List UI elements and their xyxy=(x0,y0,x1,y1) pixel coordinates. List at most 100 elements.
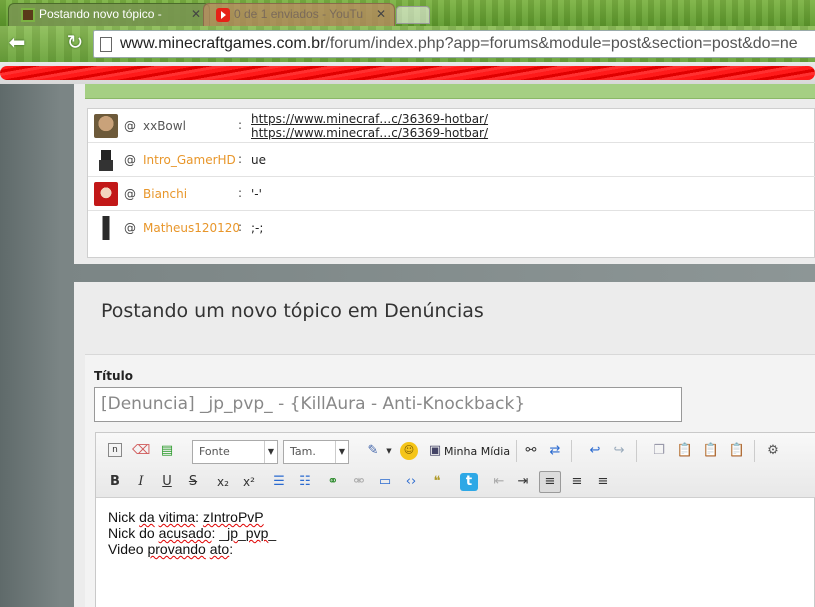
mention-at[interactable]: @ xyxy=(124,153,136,167)
avatar[interactable] xyxy=(94,148,118,172)
bold-button[interactable]: B xyxy=(106,473,124,491)
close-tab-icon[interactable]: ✕ xyxy=(376,4,386,25)
address-bar[interactable]: www.minecraftgames.com.br/forum/index.ph… xyxy=(93,30,815,58)
url-text: www.minecraftgames.com.br/forum/index.ph… xyxy=(120,35,798,53)
avatar[interactable] xyxy=(94,216,118,240)
mention-at[interactable]: @ xyxy=(124,119,136,133)
unlink-icon[interactable]: ⚮ xyxy=(350,473,368,491)
indent-icon[interactable]: ⇥ xyxy=(514,473,532,491)
body-text: Video xyxy=(108,541,148,557)
align-right-icon[interactable]: ≡ xyxy=(594,473,612,491)
misspelled-word: zIntroPvP xyxy=(202,509,264,525)
binoculars-icon[interactable]: ⚯ xyxy=(522,442,540,460)
font-select-value: Fonte xyxy=(199,445,230,458)
new-tab-button[interactable] xyxy=(396,6,430,24)
shout-nick[interactable]: xxBowl xyxy=(143,119,186,133)
redaction-mark xyxy=(0,66,815,80)
paste-icon[interactable]: 📋 xyxy=(676,442,694,460)
chevron-down-icon[interactable]: ▼ xyxy=(380,442,398,460)
shout-colon: : xyxy=(238,186,243,200)
align-left-icon[interactable]: ≡ xyxy=(539,471,561,493)
shout-row: @ xxBowl : https://www.minecraf…c/36369-… xyxy=(88,109,815,143)
shout-nick[interactable]: Bianchi xyxy=(143,187,187,201)
undo-icon[interactable]: ↩ xyxy=(586,442,604,460)
align-center-icon[interactable]: ≡ xyxy=(568,473,586,491)
misspelled-word: pvp xyxy=(245,525,269,541)
browser-toolbar: ⬅ ↻ www.minecraftgames.com.br/forum/inde… xyxy=(0,26,815,62)
shoutbox-input-strip xyxy=(85,84,815,99)
editor-content[interactable]: Nick da vitima: zIntroPvP Nick do acusad… xyxy=(108,509,276,557)
eraser-icon[interactable]: ⌫ xyxy=(132,442,150,460)
toolbar-separator xyxy=(571,440,572,462)
chevron-down-icon: ▼ xyxy=(335,441,348,463)
tab-title: 0 de 1 enviados - YouTu xyxy=(234,7,363,21)
shoutbox-list: @ xxBowl : https://www.minecraf…c/36369-… xyxy=(87,108,815,258)
media-icon[interactable]: ▣ xyxy=(426,442,444,460)
paste-text-icon[interactable]: 📋 xyxy=(702,442,720,460)
editor-toolbar: n ⌫ ▤ Fonte ▼ Tam. ▼ ✎ ▼ ☺ ▣ Minha Mídia ⚯… xyxy=(96,433,815,498)
source-mode-icon[interactable]: n xyxy=(108,443,122,457)
browser-tab-bar: Postando novo tópico - ✕ 0 de 1 enviados… xyxy=(0,0,815,26)
toolbar-separator xyxy=(754,440,755,462)
size-select-value: Tam. xyxy=(290,445,316,458)
subscript-icon[interactable]: x₂ xyxy=(214,473,232,491)
shout-message: ue xyxy=(251,153,266,167)
body-text: Nick xyxy=(108,509,140,525)
image-icon[interactable]: ▭ xyxy=(376,473,394,491)
code-icon[interactable]: ‹› xyxy=(402,473,420,491)
reload-icon[interactable]: ↻ xyxy=(64,32,86,54)
back-arrow-icon[interactable]: ⬅ xyxy=(6,32,28,54)
redo-icon[interactable]: ↪ xyxy=(610,442,628,460)
shout-nick[interactable]: Matheus120120 xyxy=(143,221,240,235)
page-background: @ xxBowl : https://www.minecraf…c/36369-… xyxy=(0,84,815,607)
bullet-list-icon[interactable]: ☰ xyxy=(270,473,288,491)
misspelled-word: provando xyxy=(147,541,206,557)
twitter-icon[interactable]: t xyxy=(460,473,478,491)
insert-block-icon[interactable]: ▤ xyxy=(158,442,176,460)
shout-message: ;-; xyxy=(251,221,264,235)
quote-icon[interactable]: ❝ xyxy=(428,473,446,491)
emoticon-icon[interactable]: ☺ xyxy=(400,442,418,460)
body-text: Nick do xyxy=(108,525,159,541)
rich-text-editor: n ⌫ ▤ Fonte ▼ Tam. ▼ ✎ ▼ ☺ ▣ Minha Mídia ⚯… xyxy=(95,432,815,607)
italic-button[interactable]: I xyxy=(132,473,150,491)
copy-icon[interactable]: ❐ xyxy=(650,442,668,460)
my-media-label[interactable]: Minha Mídia xyxy=(444,440,510,464)
size-select[interactable]: Tam. ▼ xyxy=(283,440,349,464)
bookmarks-bar xyxy=(0,62,815,84)
shout-nick[interactable]: Intro_GamerHD xyxy=(143,153,236,167)
misspelled-word: vitima xyxy=(158,509,196,525)
toolbar-separator xyxy=(516,440,517,462)
misspelled-word: acusado xyxy=(158,525,212,541)
superscript-icon[interactable]: x² xyxy=(240,473,258,491)
shout-link[interactable]: https://www.minecraf…c/36369-hotbar/ xyxy=(251,112,488,126)
mention-at[interactable]: @ xyxy=(124,221,136,235)
body-text: _ xyxy=(238,525,246,541)
paste-word-icon[interactable]: 📋 xyxy=(728,442,746,460)
shout-link[interactable]: https://www.minecraf…c/36369-hotbar/ xyxy=(251,126,488,140)
strikethrough-button[interactable]: S xyxy=(184,473,202,491)
title-input[interactable]: [Denuncia] _jp_pvp_ - {KillAura - Anti-K… xyxy=(94,387,682,422)
minecraft-favicon-icon xyxy=(21,8,35,22)
tab-title: Postando novo tópico - xyxy=(39,7,162,21)
body-text: : xyxy=(229,541,234,557)
misspelled-word: jp xyxy=(227,525,238,541)
replace-icon[interactable]: ⇄ xyxy=(546,442,564,460)
close-tab-icon[interactable]: ✕ xyxy=(191,4,201,25)
shout-message: https://www.minecraf…c/36369-hotbar/ htt… xyxy=(251,112,488,140)
link-icon[interactable]: ⚭ xyxy=(324,473,342,491)
tab-youtube[interactable]: 0 de 1 enviados - YouTu ✕ xyxy=(203,3,395,26)
underline-button[interactable]: U xyxy=(158,473,176,491)
shout-colon: : xyxy=(238,118,243,132)
avatar[interactable] xyxy=(94,182,118,206)
settings-icon[interactable]: ⚙ xyxy=(764,442,782,460)
url-domain: www.minecraftgames.com.br xyxy=(120,35,326,52)
outdent-icon[interactable]: ⇤ xyxy=(490,473,508,491)
font-select[interactable]: Fonte ▼ xyxy=(192,440,278,464)
body-line: Nick do acusado: _jp_pvp_ xyxy=(108,525,276,541)
misspelled-word: ato xyxy=(209,541,230,557)
tab-postando[interactable]: Postando novo tópico - ✕ xyxy=(8,3,210,26)
mention-at[interactable]: @ xyxy=(124,187,136,201)
numbered-list-icon[interactable]: ☷ xyxy=(296,473,314,491)
avatar[interactable] xyxy=(94,114,118,138)
